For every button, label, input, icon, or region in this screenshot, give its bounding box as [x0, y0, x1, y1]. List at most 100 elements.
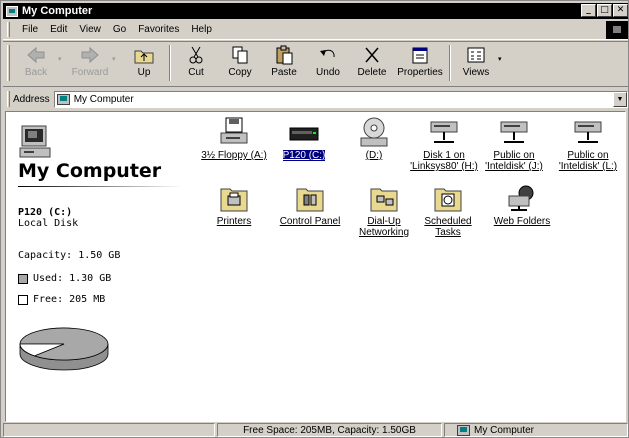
minimize-button[interactable]: _: [581, 4, 596, 17]
paste-button[interactable]: Paste: [262, 45, 306, 85]
info-panel: My Computer P120 (C:) Local Disk Capacit…: [6, 112, 188, 421]
used-text: Used: 1.30 GB: [33, 273, 112, 284]
undo-button[interactable]: Undo: [306, 45, 350, 85]
undo-label: Undo: [316, 67, 340, 78]
address-bar: Address My Computer ▼: [3, 89, 628, 109]
scheduled-tasks-folder-icon: [434, 188, 462, 212]
back-button[interactable]: Back: [14, 45, 58, 85]
title-divider: [18, 186, 183, 187]
address-grip[interactable]: [7, 91, 10, 107]
list-item[interactable]: Disk 1 on 'Linksys80' (H:): [408, 116, 480, 172]
free-swatch: [18, 294, 28, 305]
delete-button[interactable]: Delete: [350, 45, 394, 85]
window-controls: _ □ ✕: [581, 4, 628, 17]
maximize-button[interactable]: □: [597, 4, 612, 17]
properties-button[interactable]: Properties: [394, 45, 446, 85]
menu-file[interactable]: File: [16, 24, 44, 35]
my-computer-icon: [19, 125, 51, 158]
list-item[interactable]: (D:): [338, 116, 410, 161]
menu-favorites[interactable]: Favorites: [132, 24, 185, 35]
used-swatch: [18, 273, 28, 284]
cut-button[interactable]: Cut: [174, 45, 218, 85]
windows-logo-icon: [606, 21, 628, 39]
item-label: Web Folders: [493, 216, 551, 227]
item-label: Printers: [216, 216, 252, 227]
item-label-line2: 'Inteldisk' (J:): [485, 161, 543, 172]
list-item[interactable]: Dial-Up Networking: [348, 182, 420, 238]
back-label: Back: [24, 67, 48, 78]
copy-icon: [232, 46, 248, 64]
address-dropdown-icon[interactable]: ▼: [613, 91, 627, 107]
forward-label: Forward: [71, 67, 109, 78]
menu-help[interactable]: Help: [185, 24, 218, 35]
forward-arrow-icon: [81, 46, 99, 64]
up-label: Up: [137, 67, 151, 78]
cd-drive-icon: [360, 117, 388, 147]
menu-view[interactable]: View: [73, 24, 107, 35]
status-pane-location: My Computer: [444, 423, 628, 437]
address-input[interactable]: My Computer ▼: [53, 90, 628, 108]
list-item[interactable]: P120 (C:): [268, 116, 340, 161]
item-label-line2: 'Linksys80' (H:): [410, 161, 478, 172]
network-drive-icon: [574, 121, 602, 143]
explorer-window: My Computer _ □ ✕ File Edit View Go Favo…: [0, 0, 629, 438]
views-dropdown-icon[interactable]: ▾: [498, 55, 508, 63]
up-folder-icon: [134, 50, 154, 64]
toolbar-separator: [449, 45, 451, 81]
item-label: Dial-Up: [367, 216, 401, 227]
item-label: Public on: [493, 150, 535, 161]
menu-bar: File Edit View Go Favorites Help: [3, 20, 628, 40]
list-item[interactable]: Web Folders: [486, 182, 558, 227]
my-computer-icon: [6, 5, 18, 17]
item-label-line2: 'Inteldisk' (L:): [558, 161, 618, 172]
address-label: Address: [13, 93, 50, 105]
menu-edit[interactable]: Edit: [44, 24, 73, 35]
network-drive-icon: [430, 121, 458, 143]
free-legend: Free: 205 MB: [18, 294, 105, 305]
forward-button[interactable]: Forward: [68, 45, 112, 85]
capacity-text: Capacity: 1.50 GB: [18, 250, 121, 261]
views-button[interactable]: Views: [454, 45, 498, 85]
close-button[interactable]: ✕: [613, 4, 628, 17]
page-title: My Computer: [18, 160, 162, 182]
toolbar-grip[interactable]: [7, 45, 10, 81]
item-label-line2: Networking: [358, 227, 410, 238]
delete-label: Delete: [357, 67, 387, 78]
title-bar[interactable]: My Computer _ □ ✕: [3, 3, 628, 19]
menu-go[interactable]: Go: [107, 24, 132, 35]
list-item[interactable]: Public on 'Inteldisk' (L:): [552, 116, 624, 172]
copy-button[interactable]: Copy: [218, 45, 262, 85]
item-label: Control Panel: [279, 216, 341, 227]
undo-arrow-icon: [320, 49, 335, 58]
selected-drive-type: Local Disk: [18, 218, 79, 229]
scissors-icon: [189, 46, 203, 64]
list-item[interactable]: Public on 'Inteldisk' (J:): [478, 116, 550, 172]
status-bar: Free Space: 205MB, Capacity: 1.50GB My C…: [3, 423, 628, 438]
forward-dropdown-icon[interactable]: ▾: [112, 55, 122, 63]
status-pane-empty: [3, 423, 215, 437]
views-icon: [467, 47, 485, 63]
list-item[interactable]: Scheduled Tasks: [412, 182, 484, 238]
cut-label: Cut: [188, 67, 204, 78]
item-label: 3½ Floppy (A:): [201, 150, 267, 161]
clipboard-icon: [276, 45, 293, 65]
up-button[interactable]: Up: [122, 45, 166, 85]
item-label: Disk 1 on: [423, 150, 465, 161]
copy-label: Copy: [228, 67, 252, 78]
list-item[interactable]: 3½ Floppy (A:): [198, 116, 270, 161]
list-item[interactable]: Printers: [198, 182, 270, 227]
item-label: Scheduled: [424, 216, 472, 227]
location-status: My Computer: [474, 424, 535, 436]
window-title: My Computer: [22, 5, 93, 17]
back-dropdown-icon[interactable]: ▾: [58, 55, 68, 63]
status-pane-free-space: Free Space: 205MB, Capacity: 1.50GB: [217, 423, 442, 437]
drive-list: 3½ Floppy (A:) P120 (C:) (D:) Disk 1 on …: [188, 112, 625, 421]
my-computer-icon: [56, 93, 70, 105]
network-drive-icon: [500, 121, 528, 143]
free-space-status: Free Space: 205MB, Capacity: 1.50GB: [243, 424, 416, 436]
menubar-grip[interactable]: [7, 22, 10, 37]
delete-x-icon: [365, 47, 379, 63]
floppy-drive-icon: [220, 117, 248, 144]
back-arrow-icon: [27, 46, 45, 64]
list-item[interactable]: Control Panel: [274, 182, 346, 227]
